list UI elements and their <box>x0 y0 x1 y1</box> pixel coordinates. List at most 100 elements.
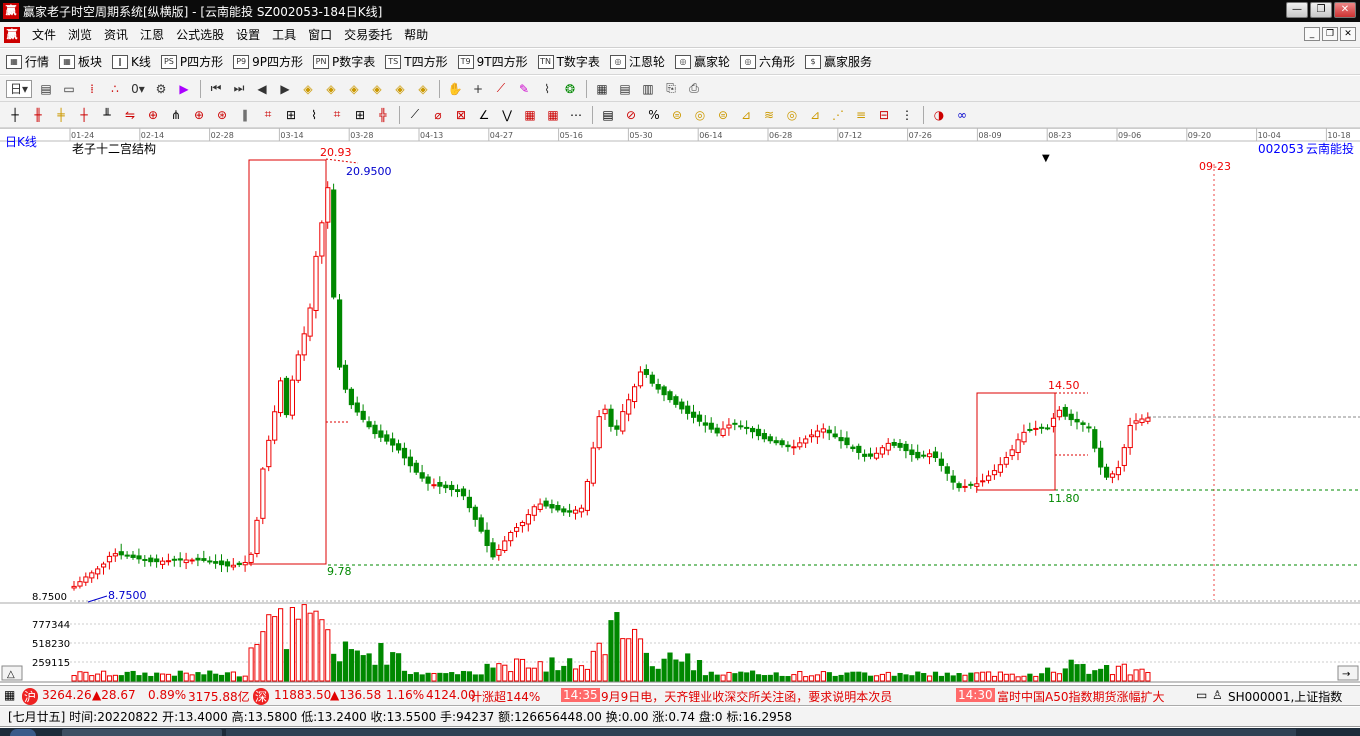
draw-tool-15-icon[interactable]: ⊞ <box>351 106 369 124</box>
menu-help[interactable]: 帮助 <box>398 23 434 47</box>
draw-tool-28-icon[interactable]: ⊘ <box>622 106 640 124</box>
taskbar-app-button-2[interactable] <box>226 729 1296 736</box>
draw-tool-9-icon[interactable]: ⊛ <box>213 106 231 124</box>
draw-tool-34-icon[interactable]: ≋ <box>760 106 778 124</box>
chart-icon[interactable]: ▤ <box>37 80 55 98</box>
document-icon[interactable]: ▭ <box>60 80 78 98</box>
draw-tool-5-icon[interactable]: ⇋ <box>121 106 139 124</box>
draw-tool-7-icon[interactable]: ⋔ <box>167 106 185 124</box>
ticker-grid-icon[interactable]: ▦ <box>4 688 15 702</box>
toolbar-item-3[interactable]: PS P四方形 <box>160 53 223 70</box>
calendar-icon[interactable]: ▦ <box>593 80 611 98</box>
draw-tool-18-icon[interactable]: ⟋ <box>406 106 424 124</box>
draw-tool-39-icon[interactable]: ⊟ <box>875 106 893 124</box>
minimize-button[interactable]: — <box>1286 2 1308 18</box>
close-button[interactable]: ✕ <box>1334 2 1356 18</box>
menu-browse[interactable]: 浏览 <box>62 23 98 47</box>
diamond-4-icon[interactable]: ◈ <box>368 80 386 98</box>
draw-tool-22-icon[interactable]: ⋁ <box>498 106 516 124</box>
draw-tool-42-icon[interactable]: ◑ <box>930 106 948 124</box>
draw-tool-13-icon[interactable]: ⌇ <box>305 106 323 124</box>
line-tool-icon[interactable]: ⟋ <box>492 80 510 98</box>
draw-tool-30-icon[interactable]: ⊜ <box>668 106 686 124</box>
draw-tool-1-icon[interactable]: ╫ <box>29 106 47 124</box>
news2-text[interactable]: 富时中国A50指数期货涨幅扩大 <box>997 688 1164 705</box>
toolbar-item-1[interactable]: ▦ 板块 <box>59 53 102 70</box>
pencil-icon[interactable]: ✎ <box>515 80 533 98</box>
formula-icon[interactable]: ⚙ <box>152 80 170 98</box>
crosshair-icon[interactable]: + <box>469 80 487 98</box>
draw-tool-25-icon[interactable]: ⋯ <box>567 106 585 124</box>
taskbar-app-button[interactable] <box>62 729 222 736</box>
draw-tool-0-icon[interactable]: ┼ <box>6 106 24 124</box>
menu-news[interactable]: 资讯 <box>98 23 134 47</box>
bar-chart-icon[interactable]: ⁞ <box>83 80 101 98</box>
draw-tool-11-icon[interactable]: ⌗ <box>259 106 277 124</box>
toolbar-item-0[interactable]: ▦ 行情 <box>6 53 49 70</box>
globe-icon[interactable]: ❂ <box>561 80 579 98</box>
export-icon[interactable]: ⎘ <box>662 80 680 98</box>
maximize-button[interactable]: ❐ <box>1310 2 1332 18</box>
print-icon[interactable]: ⎙ <box>685 80 703 98</box>
draw-tool-12-icon[interactable]: ⊞ <box>282 106 300 124</box>
draw-tool-31-icon[interactable]: ◎ <box>691 106 709 124</box>
draw-tool-43-icon[interactable]: ∞ <box>953 106 971 124</box>
draw-tool-16-icon[interactable]: ╬ <box>374 106 392 124</box>
toolbar-item-5[interactable]: PN P数字表 <box>313 53 375 70</box>
last-icon[interactable]: ⏭ <box>230 80 248 98</box>
toolbar-item-4[interactable]: P9 9P四方形 <box>233 53 303 70</box>
draw-tool-23-icon[interactable]: ▦ <box>521 106 539 124</box>
draw-tool-8-icon[interactable]: ⊕ <box>190 106 208 124</box>
draw-tool-35-icon[interactable]: ◎ <box>783 106 801 124</box>
menu-file[interactable]: 文件 <box>26 23 62 47</box>
table-icon[interactable]: ▥ <box>639 80 657 98</box>
menu-tools[interactable]: 工具 <box>266 23 302 47</box>
draw-tool-29-icon[interactable]: % <box>645 106 663 124</box>
draw-tool-14-icon[interactable]: ⌗ <box>328 106 346 124</box>
right-icon[interactable]: ▶ <box>276 80 294 98</box>
menu-gann[interactable]: 江恩 <box>134 23 170 47</box>
draw-tool-36-icon[interactable]: ⊿ <box>806 106 824 124</box>
toolbar-item-2[interactable]: ‖ K线 <box>112 53 151 70</box>
draw-tool-32-icon[interactable]: ⊜ <box>714 106 732 124</box>
draw-tool-24-icon[interactable]: ▦ <box>544 106 562 124</box>
start-button[interactable] <box>10 729 36 736</box>
menu-window[interactable]: 窗口 <box>302 23 338 47</box>
draw-tool-40-icon[interactable]: ⋮ <box>898 106 916 124</box>
draw-tool-2-icon[interactable]: ╪ <box>52 106 70 124</box>
toolbar-item-12[interactable]: $ 赢家服务 <box>804 53 872 70</box>
hand-icon[interactable]: ✋ <box>446 80 464 98</box>
toolbar-item-6[interactable]: TS T四方形 <box>385 53 448 70</box>
diamond-6-icon[interactable]: ◈ <box>414 80 432 98</box>
news-tail[interactable]: 计涨超144% <box>470 688 540 705</box>
diamond-1-icon[interactable]: ◈ <box>299 80 317 98</box>
toolbar-item-11[interactable]: ◎ 六角形 <box>739 53 795 70</box>
mdi-minimize-button[interactable]: _ <box>1304 27 1320 41</box>
diamond-2-icon[interactable]: ◈ <box>322 80 340 98</box>
toolbar-item-7[interactable]: T9 9T四方形 <box>457 53 528 70</box>
period-select[interactable]: 日 ▾ <box>6 79 32 98</box>
left-icon[interactable]: ◀ <box>253 80 271 98</box>
kline-chart[interactable]: 01-24 02-14 02-28 03-14 03-28 04-13 04-27 05-16… <box>0 127 1360 684</box>
draw-tool-3-icon[interactable]: ┼ <box>75 106 93 124</box>
menu-formula[interactable]: 公式选股 <box>170 23 230 47</box>
toolbar-item-10[interactable]: ◎ 赢家轮 <box>674 53 730 70</box>
draw-tool-6-icon[interactable]: ⊕ <box>144 106 162 124</box>
news1-text[interactable]: 9月9日电，天齐锂业收深交所关注函，要求说明本次员 <box>601 688 892 705</box>
draw-icon[interactable]: ⌇ <box>538 80 556 98</box>
draw-tool-20-icon[interactable]: ⊠ <box>452 106 470 124</box>
toolbar-item-9[interactable]: ◎ 江恩轮 <box>609 53 665 70</box>
draw-tool-10-icon[interactable]: ∥ <box>236 106 254 124</box>
draw-tool-38-icon[interactable]: ≡ <box>852 106 870 124</box>
draw-tool-19-icon[interactable]: ⌀ <box>429 106 447 124</box>
diamond-5-icon[interactable]: ◈ <box>391 80 409 98</box>
draw-tool-27-icon[interactable]: ▤ <box>599 106 617 124</box>
draw-tool-37-icon[interactable]: ⋰ <box>829 106 847 124</box>
menu-trade[interactable]: 交易委托 <box>338 23 398 47</box>
diamond-3-icon[interactable]: ◈ <box>345 80 363 98</box>
draw-tool-21-icon[interactable]: ∠ <box>475 106 493 124</box>
mdi-close-button[interactable]: ✕ <box>1340 27 1356 41</box>
candle-icon[interactable]: ∴ <box>106 80 124 98</box>
calc-icon[interactable]: ▤ <box>616 80 634 98</box>
menu-settings[interactable]: 设置 <box>230 23 266 47</box>
